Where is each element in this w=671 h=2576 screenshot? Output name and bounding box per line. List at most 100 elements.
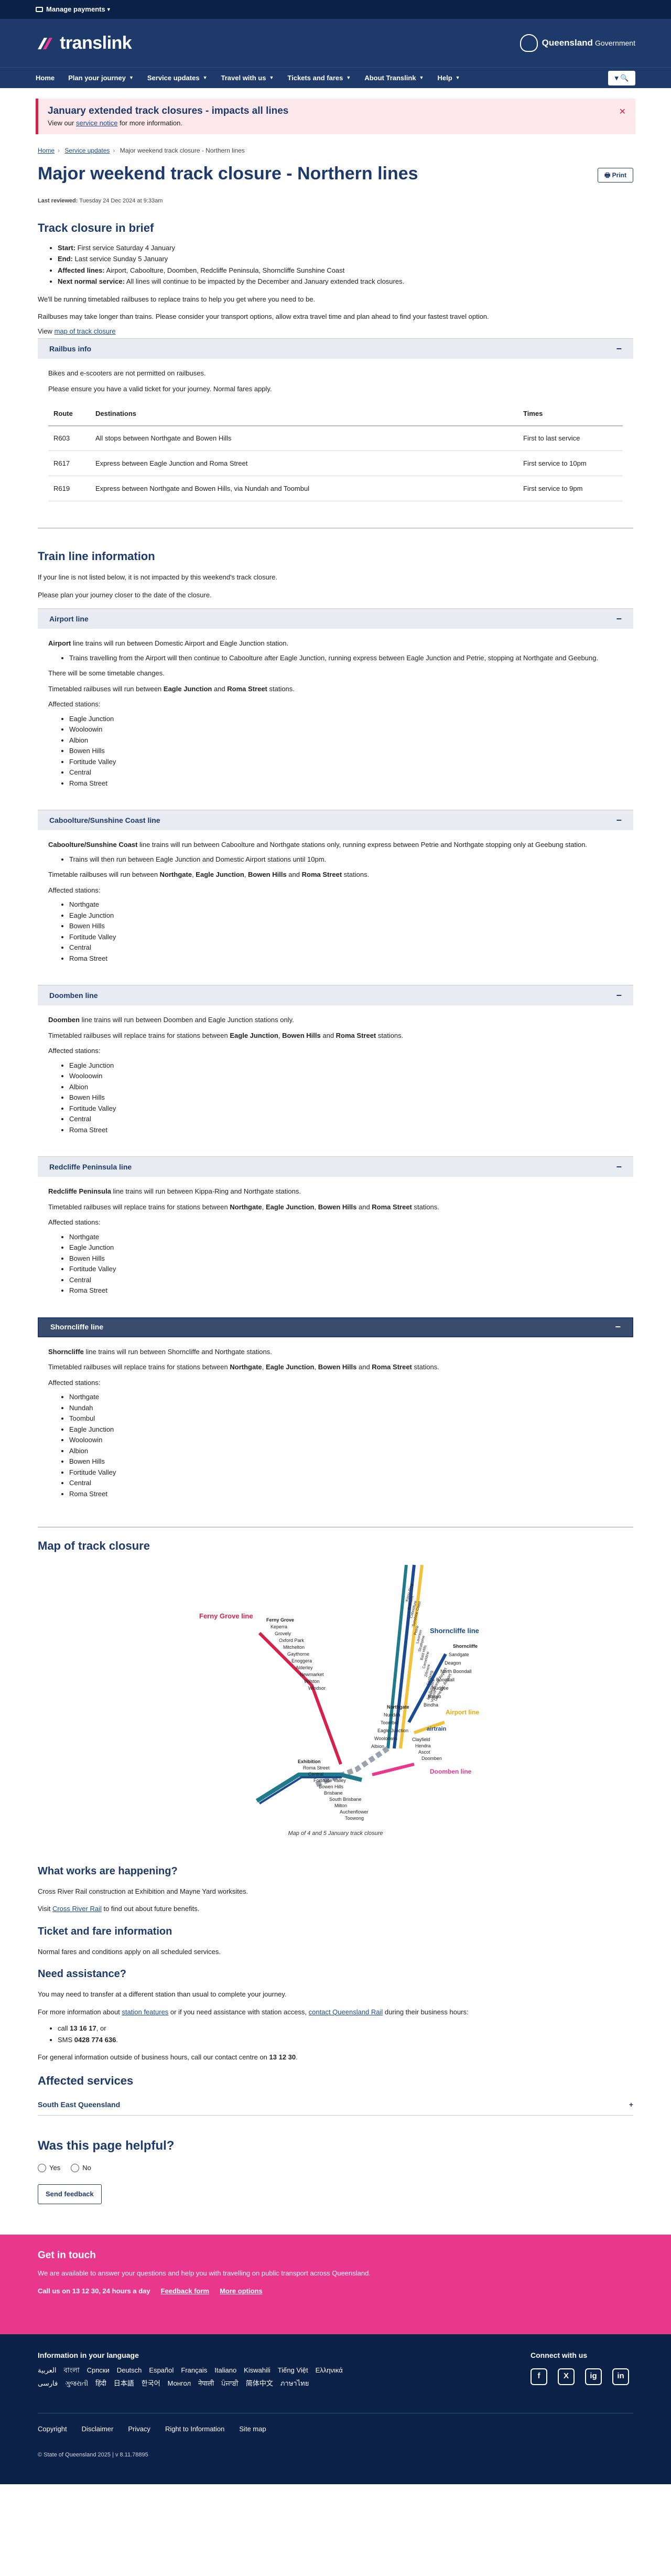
reviewed-label: Last reviewed: (38, 198, 78, 204)
linkedin-icon[interactable]: in (612, 2368, 629, 2385)
x-icon[interactable]: X (558, 2368, 575, 2385)
facebook-icon[interactable]: f (531, 2368, 547, 2385)
col-header: Destinations (90, 402, 518, 426)
sms-number[interactable]: 0428 774 636 (74, 2036, 116, 2044)
language-link[interactable]: हिंदी (95, 2378, 106, 2389)
call-number[interactable]: 13 16 17 (70, 2024, 96, 2032)
privacy-link[interactable]: Privacy (128, 2424, 150, 2434)
map-link[interactable]: map of track closure (55, 327, 116, 335)
feedback-form-link[interactable]: Feedback form (161, 2286, 209, 2296)
rb-and: and (286, 871, 302, 878)
manage-payments-link[interactable]: Manage payments (46, 4, 105, 15)
language-link[interactable]: ภาษาไทย (280, 2378, 309, 2389)
line-name: Airport (48, 639, 71, 647)
doomben-toggle[interactable]: Doomben line − (38, 985, 633, 1005)
language-link[interactable]: ગુજરાતી (65, 2378, 88, 2389)
language-link[interactable]: فارسی (38, 2378, 58, 2389)
language-link[interactable]: Tiếng Việt (278, 2365, 308, 2376)
works-text: Visit (38, 1905, 52, 1913)
search-icon: ▾ 🔍 (614, 73, 629, 82)
shorncliffe-body: Shorncliffe line trains will run between… (38, 1337, 633, 1511)
language-link[interactable]: नेपाली (198, 2378, 214, 2389)
station-item: Central (69, 767, 623, 778)
doomben-railbus: Timetabled railbuses will replace trains… (48, 1031, 623, 1041)
service-notice-link[interactable]: service notice (76, 119, 117, 127)
station-features-link[interactable]: station features (122, 2008, 168, 2016)
language-link[interactable]: Italiano (214, 2365, 236, 2376)
breadcrumb: Home › Service updates › Major weekend tra… (38, 146, 633, 155)
contact-qr-link[interactable]: contact Queensland Rail (309, 2008, 383, 2016)
acc-title: Shorncliffe line (50, 1323, 104, 1331)
shorncliffe-stations: Northgate Nundah Toombul Eagle Junction … (69, 1392, 623, 1499)
language-link[interactable]: العربية (38, 2365, 57, 2376)
rb-end: stations. (376, 1031, 404, 1039)
track-closure-map: Ferny Grove line Shorncliffe line Airpor… (199, 1564, 479, 1821)
railbus-toggle[interactable]: Railbus info − (38, 339, 633, 359)
search-button[interactable]: ▾ 🔍 (608, 70, 635, 85)
nav-travel-with-us[interactable]: Travel with us ▼ (221, 73, 274, 83)
station-item: Northgate (69, 899, 623, 910)
language-list: العربية বাংলা Српски Deutsch Español Français… (38, 2365, 373, 2392)
instagram-icon[interactable]: ig (585, 2368, 602, 2385)
language-link[interactable]: বাংলা (64, 2365, 80, 2376)
main-nav: Home Plan your journey ▼ Service updates ▼… (0, 67, 671, 88)
send-feedback-button[interactable]: Send feedback (38, 2184, 102, 2204)
qld-gov-logo[interactable]: Queensland Government (520, 34, 635, 52)
caboolture-toggle[interactable]: Caboolture/Sunshine Coast line − (38, 810, 633, 830)
language-link[interactable]: Српски (87, 2365, 110, 2376)
no-option[interactable]: No (71, 2163, 91, 2173)
disclaimer-link[interactable]: Disclaimer (82, 2424, 114, 2434)
airport-bullets: Trains travelling from the Airport will … (69, 653, 623, 663)
station-item: Northgate (69, 1232, 623, 1242)
language-link[interactable]: ਪੰਜਾਬੀ (221, 2378, 239, 2389)
connect-section: Connect with us f X ig in (531, 2350, 629, 2385)
print-button[interactable]: 🖶 Print (597, 168, 633, 183)
map-wrapper: Ferny Grove line Shorncliffe line Airpor… (38, 1554, 633, 1827)
affected-services-toggle[interactable]: South East Queensland + (38, 2095, 633, 2116)
railbus-body: Bikes and e-scooters are not permitted o… (38, 359, 633, 513)
cross-river-rail-link[interactable]: Cross River Rail (52, 1905, 102, 1913)
nav-plan-journey[interactable]: Plan your journey ▼ (68, 73, 134, 83)
language-link[interactable]: 简体中文 (246, 2378, 273, 2389)
sitemap-link[interactable]: Site map (239, 2424, 266, 2434)
language-link[interactable]: 日本語 (114, 2378, 134, 2389)
airport-toggle[interactable]: Airport line − (38, 609, 633, 629)
translink-logo[interactable]: translink (36, 30, 132, 57)
radio-button[interactable] (38, 2164, 46, 2173)
language-link[interactable]: Deutsch (117, 2365, 142, 2376)
acc-title: Doomben line (49, 991, 98, 1000)
rti-link[interactable]: Right to Information (165, 2424, 224, 2434)
more-options-link[interactable]: More options (220, 2286, 263, 2296)
language-link[interactable]: 한국어 (142, 2378, 160, 2389)
nav-help[interactable]: Help ▼ (437, 73, 460, 83)
map-station-label: Roma Street (303, 1765, 330, 1770)
shorncliffe-toggle[interactable]: Shorncliffe line − (38, 1317, 633, 1337)
radio-button[interactable] (71, 2164, 80, 2173)
bullet: Trains will then run between Eagle Junct… (69, 854, 623, 865)
breadcrumb-service-updates[interactable]: Service updates (64, 147, 110, 154)
copyright-link[interactable]: Copyright (38, 2424, 67, 2434)
airport-railbus: Timetabled railbuses will run between Ea… (48, 684, 623, 694)
station-item: Eagle Junction (69, 1060, 623, 1071)
yes-option[interactable]: Yes (38, 2163, 60, 2173)
divider (38, 528, 633, 529)
brief-item: Start: First service Saturday 4 January (58, 243, 633, 253)
station-item: Wooloowin (69, 724, 623, 735)
no-label: No (82, 2163, 91, 2172)
breadcrumb-home[interactable]: Home (38, 147, 55, 154)
station-item: Bowen Hills (69, 1092, 623, 1103)
nav-home[interactable]: Home (36, 73, 55, 83)
language-link[interactable]: Français (181, 2365, 207, 2376)
language-link[interactable]: Kiswahili (244, 2365, 270, 2376)
language-link[interactable]: Ελληνικά (316, 2365, 343, 2376)
contact-centre-number[interactable]: 13 12 30 (269, 2053, 296, 2061)
language-link[interactable]: Монгол (168, 2378, 191, 2389)
nav-about[interactable]: About Translink ▼ (364, 73, 424, 83)
language-link[interactable]: Español (149, 2365, 174, 2376)
affected-services-item: South East Queensland (38, 2100, 121, 2109)
redcliffe-toggle[interactable]: Redcliffe Peninsula line − (38, 1157, 633, 1177)
nav-service-updates[interactable]: Service updates ▼ (147, 73, 208, 83)
close-icon[interactable]: ✕ (619, 106, 626, 119)
call-us-link[interactable]: Call us on 13 12 30, 24 hours a day (38, 2286, 150, 2296)
nav-tickets-fares[interactable]: Tickets and fares ▼ (287, 73, 351, 83)
